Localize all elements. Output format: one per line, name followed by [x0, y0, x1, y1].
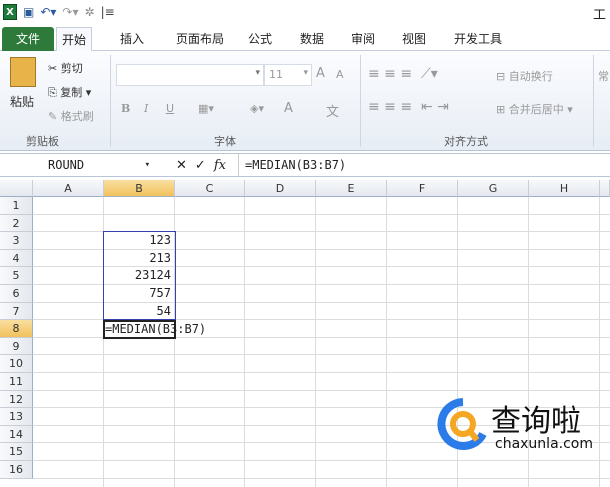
- tab-view[interactable]: 视图: [394, 27, 434, 51]
- cut-label: 剪切: [60, 62, 83, 75]
- row-header-13[interactable]: 13: [0, 408, 33, 426]
- bold-button[interactable]: B: [121, 102, 130, 115]
- gridline: [244, 197, 245, 487]
- formula-input[interactable]: =MEDIAN(B3:B7): [238, 154, 610, 176]
- column-header-d[interactable]: D: [245, 180, 316, 197]
- tab-review[interactable]: 审阅: [343, 27, 383, 51]
- merge-center-button[interactable]: ⊞ 合并后居中 ▾: [496, 101, 573, 117]
- tab-data[interactable]: 数据: [292, 27, 332, 51]
- font-color-button[interactable]: A: [284, 101, 293, 116]
- font-group-label: 字体: [214, 135, 236, 148]
- gridline: [33, 460, 610, 461]
- watermark-url: chaxunla.com: [495, 436, 593, 452]
- undo-icon[interactable]: ↶▾: [40, 5, 56, 19]
- paste-button[interactable]: 粘贴: [10, 93, 34, 110]
- cut-button[interactable]: ✂ 剪切: [48, 60, 83, 76]
- ribbon-tabs: 文件 开始 插入 页面布局 公式 数据 审阅 视图 开发工具: [0, 24, 610, 52]
- window-title: 工: [592, 8, 606, 23]
- row-header-16[interactable]: 16: [0, 461, 33, 479]
- column-header-g[interactable]: G: [458, 180, 529, 197]
- row-header-8[interactable]: 8: [0, 320, 33, 338]
- font-size-value: 11: [269, 68, 283, 81]
- tab-page-layout[interactable]: 页面布局: [168, 27, 232, 51]
- column-header-e[interactable]: E: [316, 180, 387, 197]
- format-painter-button[interactable]: ✎ 格式刷: [48, 108, 94, 124]
- tab-developer[interactable]: 开发工具: [446, 27, 510, 51]
- phonetic-button[interactable]: 文: [326, 101, 339, 120]
- copy-label: 复制: [60, 86, 83, 99]
- cancel-icon[interactable]: ✕: [176, 158, 187, 173]
- shrink-font-button[interactable]: A: [336, 68, 344, 81]
- copy-button[interactable]: ⎘ 复制 ▾: [48, 84, 91, 100]
- formula-buttons: ✕ ✓ fx: [160, 156, 234, 175]
- grow-font-button[interactable]: A: [316, 66, 325, 81]
- name-box[interactable]: ROUND ▾: [2, 156, 154, 175]
- referenced-range: [103, 231, 176, 320]
- row-header-5[interactable]: 5: [0, 267, 33, 285]
- clipboard-group-label: 剪贴板: [26, 135, 59, 148]
- row-header-6[interactable]: 6: [0, 285, 33, 303]
- tab-formulas[interactable]: 公式: [242, 27, 278, 51]
- row-header-2[interactable]: 2: [0, 214, 33, 233]
- watermark-name: 查询啦: [491, 404, 581, 439]
- alignment-group-label: 对齐方式: [444, 135, 488, 148]
- row-header-7[interactable]: 7: [0, 302, 33, 321]
- format-painter-label: 格式刷: [60, 110, 94, 123]
- column-header-a[interactable]: A: [33, 180, 104, 197]
- name-box-value: ROUND: [48, 158, 85, 172]
- save-icon[interactable]: ▣: [23, 5, 34, 19]
- gridline: [33, 354, 610, 356]
- gridline: [33, 389, 610, 391]
- cell-edit-text: =MEDIAN(B3:B7): [105, 322, 207, 336]
- font-name-select[interactable]: ▾: [116, 64, 264, 86]
- row-header-1[interactable]: 1: [0, 197, 33, 215]
- column-header-f[interactable]: F: [387, 180, 458, 197]
- column-header-c[interactable]: C: [175, 180, 245, 197]
- quick-access-toolbar: X ▣ ↶▾ ↷▾ ✲ |≡: [0, 0, 610, 24]
- column-header-b[interactable]: B: [104, 180, 175, 197]
- gridline: [33, 213, 610, 215]
- wrap-text-button[interactable]: ⊟ 自动换行: [496, 68, 553, 84]
- select-all-corner[interactable]: [0, 180, 33, 197]
- row-header-10[interactable]: 10: [0, 355, 33, 373]
- underline-button[interactable]: U: [166, 102, 174, 115]
- row-header-3[interactable]: 3: [0, 232, 33, 250]
- tools-icon[interactable]: ✲: [85, 5, 95, 19]
- tab-home[interactable]: 开始: [56, 27, 92, 52]
- row-header-14[interactable]: 14: [0, 425, 33, 444]
- ribbon: 粘贴 ✂ 剪切 ⎘ 复制 ▾ ✎ 格式刷 剪贴板 ▾ 11 ▾ A A B I U…: [0, 51, 610, 151]
- column-header-h[interactable]: H: [529, 180, 600, 197]
- row-header-9[interactable]: 9: [0, 337, 33, 356]
- borders-icon[interactable]: ▦▾: [198, 102, 214, 115]
- excel-logo-icon: X: [3, 4, 17, 20]
- vertical-align-icons[interactable]: ≡ ≡ ≡ ⟋▾: [368, 66, 438, 82]
- tab-file[interactable]: 文件: [2, 27, 54, 51]
- row-header-12[interactable]: 12: [0, 390, 33, 409]
- formula-bar: ROUND ▾ ✕ ✓ fx =MEDIAN(B3:B7): [0, 153, 610, 177]
- insert-function-icon[interactable]: fx: [214, 158, 226, 173]
- watermark-logo: 查询啦 chaxunla.com: [435, 396, 605, 458]
- paste-icon[interactable]: [10, 57, 36, 87]
- italic-button[interactable]: I: [144, 102, 148, 115]
- tab-insert[interactable]: 插入: [112, 27, 152, 51]
- wrap-text-label: 自动换行: [508, 70, 553, 83]
- row-header-4[interactable]: 4: [0, 249, 33, 268]
- font-size-select[interactable]: 11 ▾: [264, 64, 312, 86]
- gridline: [33, 372, 610, 373]
- number-format-select[interactable]: 常: [598, 68, 609, 84]
- gridline: [386, 197, 387, 487]
- fill-color-icon[interactable]: ◈▾: [250, 102, 264, 115]
- merge-center-label: 合并后居中: [508, 103, 564, 116]
- enter-icon[interactable]: ✓: [195, 158, 206, 173]
- customize-toolbar-icon[interactable]: |≡: [101, 5, 115, 19]
- redo-icon[interactable]: ↷▾: [62, 5, 78, 19]
- row-header-11[interactable]: 11: [0, 373, 33, 391]
- horizontal-align-icons[interactable]: ≡ ≡ ≡ ⇤ ⇥: [368, 99, 449, 115]
- row-header-15[interactable]: 15: [0, 443, 33, 461]
- active-cell-b8[interactable]: =MEDIAN(B3:B7): [103, 320, 206, 339]
- column-header-filler: [600, 180, 610, 197]
- gridline: [315, 197, 316, 487]
- magnifier-logo-icon: [437, 398, 487, 450]
